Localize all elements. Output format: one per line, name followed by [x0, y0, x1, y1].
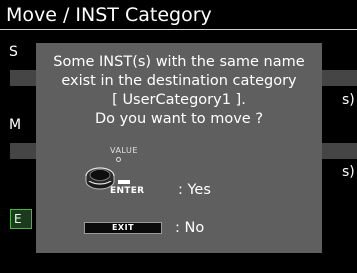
source-label-fragment: S	[9, 44, 18, 60]
move-field-left	[10, 143, 36, 159]
dialog-message-line: Do you want to move ?	[94, 111, 264, 127]
title-bar: Move / INST Category	[0, 0, 357, 30]
source-suffix: s)	[342, 92, 355, 108]
screen: Move / INST Category S s) M s) E Some IN…	[0, 0, 357, 273]
move-label-fragment: M	[9, 117, 22, 133]
value-knob-label: VALUE	[110, 146, 138, 155]
no-option: : No	[175, 220, 205, 236]
dialog-message-line: exist in the destination category	[61, 73, 297, 89]
move-field-right	[322, 143, 357, 159]
source-field-right	[322, 70, 357, 86]
move-suffix: s)	[342, 164, 355, 180]
enter-press-icon	[118, 180, 130, 184]
enter-label: ENTER	[110, 186, 145, 196]
page-title: Move / INST Category	[6, 4, 212, 26]
confirm-dialog: Some INST(s) with the same name exist in…	[36, 43, 322, 253]
exit-button[interactable]: EXIT	[84, 222, 162, 234]
yes-option: : Yes	[178, 182, 211, 198]
execute-button[interactable]: E	[10, 209, 32, 229]
dialog-message-line: [ UserCategory1 ].	[112, 92, 246, 108]
source-field-left	[10, 70, 36, 86]
dialog-message: Some INST(s) with the same name exist in…	[36, 53, 322, 129]
dialog-message-line: Some INST(s) with the same name	[53, 54, 305, 70]
